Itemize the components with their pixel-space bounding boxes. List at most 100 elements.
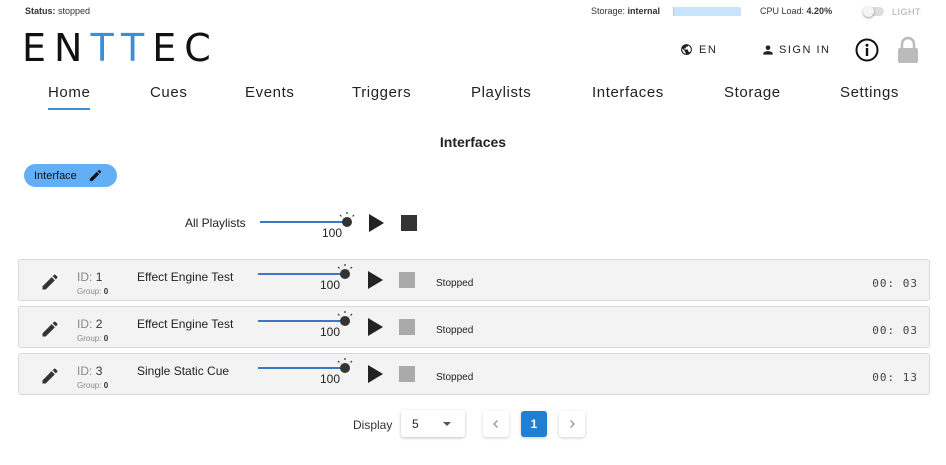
slider-track — [258, 273, 345, 275]
tab-home[interactable]: Home — [48, 84, 91, 110]
chevron-left-icon — [493, 420, 498, 428]
logo-text-3: EC — [152, 26, 219, 70]
cue-id-value: 1 — [95, 270, 103, 284]
theme-label: LIGHT — [892, 7, 922, 17]
cue-id-value: 2 — [95, 317, 103, 331]
status-value: stopped — [58, 6, 91, 16]
slider-value: 100 — [320, 372, 341, 386]
slider-value: 100 — [320, 278, 341, 292]
cue-row: ID: 3 Group: 0 Single Static Cue 100 Sto… — [18, 353, 930, 395]
cue-name: Single Static Cue — [137, 364, 230, 378]
language-label: EN — [699, 43, 718, 56]
cue-group-label: Group: — [77, 334, 102, 343]
chevron-right-icon — [570, 420, 575, 428]
edit-icon[interactable] — [40, 319, 60, 339]
cue-name: Effect Engine Test — [137, 270, 234, 284]
tab-interfaces[interactable]: Interfaces — [592, 84, 664, 101]
tab-cues[interactable]: Cues — [150, 84, 187, 101]
next-page-button[interactable] — [559, 411, 585, 437]
cue-id: ID: 2 — [77, 317, 102, 331]
cue-duration: 00: 03 — [872, 277, 918, 290]
slider-track — [260, 221, 347, 223]
tab-triggers[interactable]: Triggers — [352, 84, 411, 101]
storage-label: Storage: — [591, 6, 626, 16]
main-nav: Home Cues Events Triggers Playlists Inte… — [0, 84, 946, 110]
cue-duration: 00: 13 — [872, 371, 918, 384]
sign-in-button[interactable]: SIGN IN — [761, 43, 830, 57]
edit-icon[interactable] — [40, 272, 60, 292]
interface-chip[interactable]: Interface — [24, 164, 117, 187]
storage-indicator: Storage: internal — [591, 6, 660, 16]
storage-value: internal — [627, 6, 661, 16]
cue-id-label: ID: — [77, 317, 93, 331]
theme-toggle[interactable] — [863, 6, 884, 17]
slider-track — [258, 320, 345, 322]
slider-value: 100 — [320, 325, 341, 339]
cue-state: Stopped — [436, 372, 474, 383]
cue-id-label: ID: — [77, 270, 93, 284]
play-cue-button[interactable] — [368, 318, 383, 336]
cue-duration: 00: 03 — [872, 324, 918, 337]
stop-cue-button[interactable] — [399, 319, 415, 335]
stop-all-button[interactable] — [401, 215, 417, 231]
play-cue-button[interactable] — [368, 271, 383, 289]
logo-text-1: EN — [22, 26, 91, 70]
edit-icon[interactable] — [88, 168, 103, 183]
logo-text-2: TT — [90, 26, 153, 70]
page-title: Interfaces — [439, 134, 507, 150]
display-label: Display — [353, 418, 393, 432]
play-cue-button[interactable] — [368, 365, 383, 383]
all-playlists-label: All Playlists — [185, 216, 246, 230]
theme-toggle-knob — [863, 6, 874, 17]
cue-id-value: 3 — [95, 364, 103, 378]
cue-id: ID: 1 — [77, 270, 102, 284]
cpu-label: CPU Load: — [760, 6, 805, 16]
cue-group-value: 0 — [103, 287, 109, 296]
pagination: Display 5 1 — [0, 410, 946, 440]
tab-storage[interactable]: Storage — [724, 84, 781, 101]
language-selector[interactable]: EN — [680, 43, 717, 56]
cue-intensity-slider[interactable]: 100 — [258, 260, 353, 292]
sign-in-label: SIGN IN — [779, 44, 831, 56]
slider-value: 100 — [322, 226, 343, 240]
cue-group: Group: 0 — [77, 287, 108, 296]
cue-group-label: Group: — [77, 287, 102, 296]
slider-track — [258, 367, 345, 369]
storage-usage-bar — [673, 7, 741, 16]
play-all-button[interactable] — [369, 214, 384, 232]
cpu-indicator: CPU Load: 4.20% — [760, 6, 832, 16]
cue-name: Effect Engine Test — [137, 317, 234, 331]
tab-playlists[interactable]: Playlists — [471, 84, 531, 101]
cue-group: Group: 0 — [77, 381, 108, 390]
status-indicator: Status: stopped — [25, 6, 90, 16]
tab-events[interactable]: Events — [245, 84, 294, 101]
cue-row: ID: 2 Group: 0 Effect Engine Test 100 St… — [18, 306, 930, 348]
edit-icon[interactable] — [40, 366, 60, 386]
page-size-select[interactable]: 5 — [401, 410, 465, 437]
page-size-value: 5 — [412, 417, 419, 431]
prev-page-button[interactable] — [483, 411, 509, 437]
cue-group-label: Group: — [77, 381, 102, 390]
status-bar: Status: stopped Storage: internal CPU Lo… — [0, 0, 946, 22]
cue-intensity-slider[interactable]: 100 — [258, 307, 353, 339]
cpu-value: 4.20% — [806, 6, 833, 16]
all-playlists-intensity-slider[interactable]: 100 — [260, 208, 355, 240]
cue-state: Stopped — [436, 325, 474, 336]
stop-cue-button[interactable] — [399, 366, 415, 382]
enttec-logo: ENTTEC — [22, 28, 219, 68]
cue-state: Stopped — [436, 278, 474, 289]
stop-cue-button[interactable] — [399, 272, 415, 288]
info-icon[interactable] — [855, 38, 879, 62]
status-label: Status: — [25, 6, 56, 16]
page-button-current[interactable]: 1 — [521, 411, 547, 437]
tab-settings[interactable]: Settings — [840, 84, 899, 101]
cue-intensity-slider[interactable]: 100 — [258, 354, 353, 386]
cue-group-value: 0 — [103, 334, 109, 343]
cue-id: ID: 3 — [77, 364, 102, 378]
caret-down-icon — [443, 422, 451, 426]
cue-group: Group: 0 — [77, 334, 108, 343]
cue-row: ID: 1 Group: 0 Effect Engine Test 100 St… — [18, 259, 930, 301]
cue-group-value: 0 — [103, 381, 109, 390]
all-playlists-row: All Playlists 100 — [0, 208, 946, 242]
lock-icon[interactable] — [896, 36, 920, 64]
